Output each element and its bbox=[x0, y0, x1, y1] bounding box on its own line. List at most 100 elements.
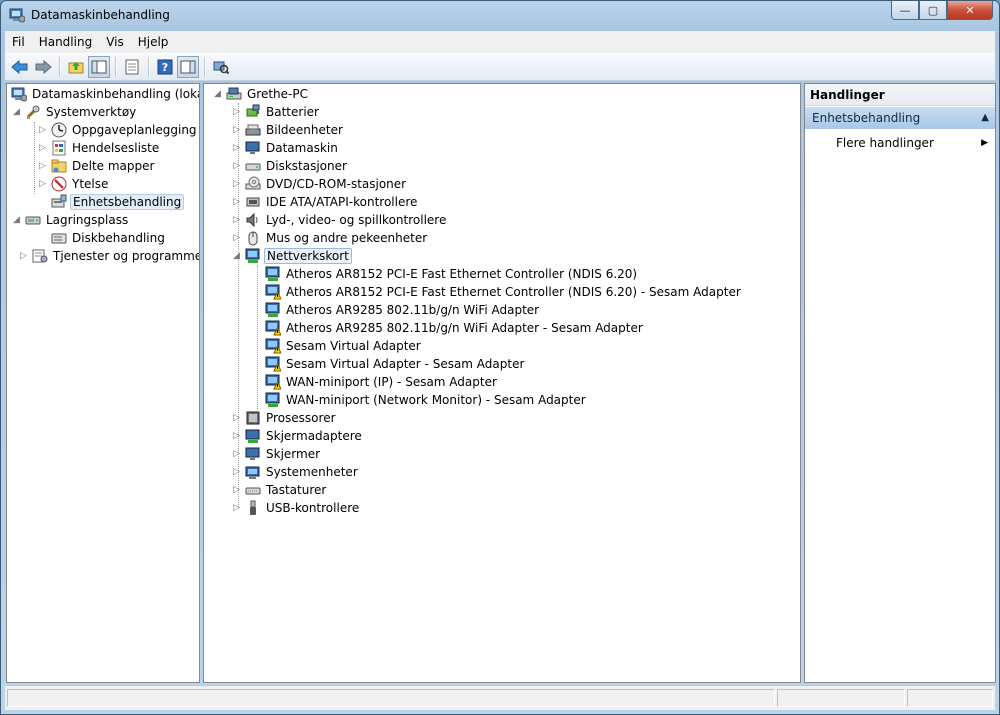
back-button[interactable] bbox=[9, 56, 31, 78]
show-hide-action-pane-button[interactable] bbox=[177, 56, 199, 78]
expand-arrow-icon[interactable]: ▷ bbox=[232, 233, 241, 243]
expand-arrow-icon[interactable]: ▷ bbox=[232, 161, 241, 171]
expand-arrow-icon[interactable]: ▷ bbox=[232, 413, 241, 423]
device-category-datamaskin[interactable]: ▷ Datamaskin bbox=[232, 139, 340, 157]
menu-bar: Fil Handling Vis Hjelp bbox=[5, 31, 995, 53]
adapter-item[interactable]: WAN-miniport (IP) - Sesam Adapter bbox=[265, 373, 499, 391]
tree-node-hendelsesliste[interactable]: ▷ Hendelsesliste bbox=[38, 139, 161, 157]
tree-node-oppgaveplanlegging[interactable]: ▷ Oppgaveplanlegging bbox=[38, 121, 199, 139]
device-category-batterier[interactable]: ▷ Batterier bbox=[232, 103, 321, 121]
expand-arrow-icon[interactable]: ▷ bbox=[232, 179, 241, 189]
speaker-icon bbox=[245, 212, 261, 228]
device-category-systemenheter[interactable]: ▷ Systemenheter bbox=[232, 463, 360, 481]
more-actions-item[interactable]: Flere handlinger ▶ bbox=[836, 134, 988, 152]
device-category-diskstasjoner[interactable]: ▷ Diskstasjoner bbox=[232, 157, 349, 175]
collapse-arrow-icon[interactable]: ◢ bbox=[232, 251, 241, 261]
navigation-tree[interactable]: Datamaskinbehandling (lokal) ◢ Systemver… bbox=[6, 83, 200, 683]
expand-arrow-icon[interactable]: ▷ bbox=[232, 107, 241, 117]
device-label: IDE ATA/ATAPI-kontrollere bbox=[266, 195, 418, 209]
device-category-skjermer[interactable]: ▷ Skjermer bbox=[232, 445, 322, 463]
network-adapter-icon bbox=[265, 392, 281, 408]
collapse-arrow-icon[interactable]: ◢ bbox=[213, 89, 222, 99]
menu-fil[interactable]: Fil bbox=[5, 35, 32, 49]
expand-arrow-icon[interactable]: ▷ bbox=[38, 179, 47, 189]
expand-arrow-icon[interactable]: ▷ bbox=[38, 143, 47, 153]
show-hide-action-pane-icon bbox=[180, 60, 196, 74]
properties-button[interactable] bbox=[121, 56, 143, 78]
device-category-ide[interactable]: ▷ IDE ATA/ATAPI-kontrollere bbox=[232, 193, 419, 211]
show-hide-tree-button[interactable] bbox=[88, 56, 110, 78]
device-root[interactable]: ◢ Grethe-PC bbox=[213, 85, 310, 103]
device-tree[interactable]: ◢ Grethe-PC ▷ Batterier ▷ Bildeenheter ▷… bbox=[203, 83, 801, 683]
device-category-mus[interactable]: ▷ Mus og andre pekeenheter bbox=[232, 229, 429, 247]
expand-arrow-icon[interactable]: ▷ bbox=[232, 485, 241, 495]
device-category-usb[interactable]: ▷ USB-kontrollere bbox=[232, 499, 361, 517]
tree-node-systemverktoy[interactable]: ◢ Systemverktøy bbox=[12, 103, 138, 121]
up-one-level-button[interactable] bbox=[65, 56, 87, 78]
maximize-button[interactable]: ▢ bbox=[919, 1, 947, 20]
collapse-up-icon[interactable]: ▲ bbox=[981, 107, 989, 129]
close-button[interactable]: ✕ bbox=[947, 1, 993, 20]
display-adapter-icon bbox=[245, 428, 261, 444]
toolbar-separator bbox=[115, 57, 117, 77]
adapter-item[interactable]: Atheros AR9285 802.11b/g/n WiFi Adapter bbox=[265, 301, 541, 319]
tree-node-enhetsbehandling[interactable]: Enhetsbehandling bbox=[51, 193, 185, 211]
tree-node-tjenester[interactable]: ▷ Tjenester og programmer bbox=[19, 247, 200, 265]
expand-arrow-icon[interactable]: ▷ bbox=[38, 161, 47, 171]
tree-node-delte-mapper[interactable]: ▷ Delte mapper bbox=[38, 157, 156, 175]
device-label: USB-kontrollere bbox=[266, 501, 360, 515]
device-label: Skjermer bbox=[266, 447, 321, 461]
collapse-arrow-icon[interactable]: ◢ bbox=[12, 215, 21, 225]
device-category-prosessorer[interactable]: ▷ Prosessorer bbox=[232, 409, 338, 427]
mouse-icon bbox=[245, 230, 261, 246]
title-bar[interactable]: Datamaskinbehandling — ▢ ✕ bbox=[1, 1, 999, 31]
tree-node-ytelse[interactable]: ▷ Ytelse bbox=[38, 175, 110, 193]
adapter-item[interactable]: WAN-miniport (Network Monitor) - Sesam A… bbox=[265, 391, 588, 409]
expand-arrow-icon[interactable]: ▷ bbox=[232, 467, 241, 477]
actions-pane: Handlinger Enhetsbehandling ▲ Flere hand… bbox=[804, 83, 996, 683]
expand-arrow-icon[interactable]: ▷ bbox=[232, 143, 241, 153]
ide-controller-icon bbox=[245, 194, 261, 210]
expand-arrow-icon[interactable]: ▷ bbox=[38, 125, 47, 135]
device-category-lyd[interactable]: ▷ Lyd-, video- og spillkontrollere bbox=[232, 211, 448, 229]
forward-button[interactable] bbox=[32, 56, 54, 78]
adapter-item[interactable]: Atheros AR8152 PCI-E Fast Ethernet Contr… bbox=[265, 283, 743, 301]
menu-vis[interactable]: Vis bbox=[99, 35, 131, 49]
menu-hjelp[interactable]: Hjelp bbox=[131, 35, 176, 49]
adapter-item[interactable]: Atheros AR8152 PCI-E Fast Ethernet Contr… bbox=[265, 265, 639, 283]
adapter-item[interactable]: Sesam Virtual Adapter - Sesam Adapter bbox=[265, 355, 526, 373]
hard-drive-icon bbox=[245, 158, 261, 174]
expand-arrow-icon[interactable]: ▷ bbox=[232, 125, 241, 135]
tree-label: Delte mapper bbox=[72, 159, 155, 173]
device-category-tastaturer[interactable]: ▷ Tastaturer bbox=[232, 481, 328, 499]
device-category-nettverkskort[interactable]: ◢ Nettverkskort bbox=[232, 247, 352, 265]
minimize-button[interactable]: — bbox=[891, 1, 919, 20]
collapse-arrow-icon[interactable]: ◢ bbox=[12, 107, 21, 117]
device-category-bildeenheter[interactable]: ▷ Bildeenheter bbox=[232, 121, 345, 139]
device-category-dvd[interactable]: ▷ DVD/CD-ROM-stasjoner bbox=[232, 175, 408, 193]
scan-hardware-button[interactable] bbox=[210, 56, 232, 78]
device-label-selected: Nettverkskort bbox=[264, 248, 352, 264]
expand-arrow-icon[interactable]: ▷ bbox=[232, 431, 241, 441]
adapter-item[interactable]: Atheros AR9285 802.11b/g/n WiFi Adapter … bbox=[265, 319, 645, 337]
device-label: Systemenheter bbox=[266, 465, 358, 479]
expand-arrow-icon[interactable]: ▷ bbox=[19, 251, 28, 261]
system-devices-icon bbox=[245, 464, 261, 480]
device-category-skjermadaptere[interactable]: ▷ Skjermadaptere bbox=[232, 427, 364, 445]
adapter-item[interactable]: Sesam Virtual Adapter bbox=[265, 337, 423, 355]
tree-label: Tjenester og programmer bbox=[53, 249, 200, 263]
menu-handling[interactable]: Handling bbox=[32, 35, 100, 49]
expand-arrow-icon[interactable]: ▷ bbox=[232, 197, 241, 207]
expand-arrow-icon[interactable]: ▷ bbox=[232, 449, 241, 459]
more-actions-label: Flere handlinger bbox=[836, 136, 934, 150]
expand-arrow-icon[interactable]: ▷ bbox=[232, 503, 241, 513]
usb-icon bbox=[245, 500, 261, 516]
tree-node-diskbehandling[interactable]: Diskbehandling bbox=[51, 229, 167, 247]
expand-arrow-icon[interactable]: ▷ bbox=[232, 215, 241, 225]
device-label: Lyd-, video- og spillkontrollere bbox=[266, 213, 447, 227]
tree-node-lagringsplass[interactable]: ◢ Lagringsplass bbox=[12, 211, 130, 229]
actions-section-enhetsbehandling[interactable]: Enhetsbehandling ▲ bbox=[805, 107, 995, 129]
adapter-label: WAN-miniport (IP) - Sesam Adapter bbox=[286, 375, 497, 389]
help-button[interactable]: ? bbox=[154, 56, 176, 78]
tree-node-root[interactable]: Datamaskinbehandling (lokal) bbox=[11, 85, 199, 103]
